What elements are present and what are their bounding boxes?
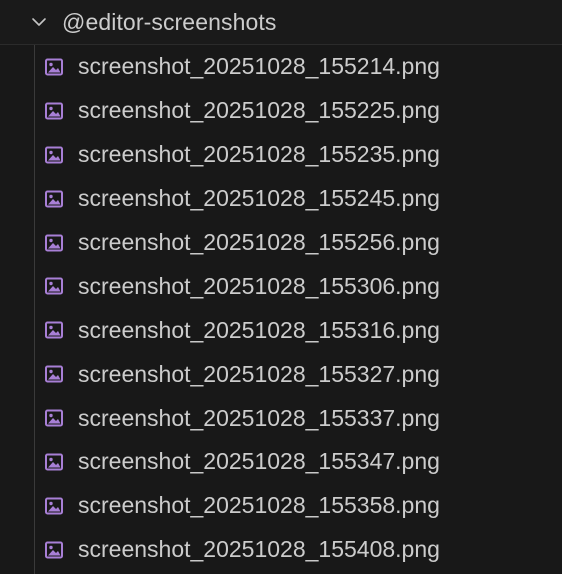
file-list: screenshot_20251028_155214.png screenshot…	[0, 45, 562, 572]
file-item[interactable]: screenshot_20251028_155347.png	[0, 440, 562, 484]
file-item[interactable]: screenshot_20251028_155225.png	[0, 89, 562, 133]
file-name: screenshot_20251028_155225.png	[78, 97, 440, 124]
file-item[interactable]: screenshot_20251028_155316.png	[0, 308, 562, 352]
image-file-icon	[43, 56, 65, 78]
image-file-icon	[43, 100, 65, 122]
image-file-icon	[43, 539, 65, 561]
image-file-icon	[43, 144, 65, 166]
file-explorer: @editor-screenshots screenshot_20251028_…	[0, 0, 562, 574]
file-item[interactable]: screenshot_20251028_155337.png	[0, 396, 562, 440]
file-name: screenshot_20251028_155327.png	[78, 360, 440, 387]
image-file-icon	[43, 319, 65, 341]
folder-row-editor-screenshots[interactable]: @editor-screenshots	[0, 0, 562, 45]
image-file-icon	[43, 451, 65, 473]
file-item[interactable]: screenshot_20251028_155408.png	[0, 528, 562, 572]
file-item[interactable]: screenshot_20251028_155327.png	[0, 352, 562, 396]
file-item[interactable]: screenshot_20251028_155358.png	[0, 484, 562, 528]
file-name: screenshot_20251028_155337.png	[78, 404, 440, 431]
chevron-down-icon[interactable]	[29, 12, 49, 32]
file-name: screenshot_20251028_155306.png	[78, 272, 440, 299]
image-file-icon	[43, 407, 65, 429]
file-name: screenshot_20251028_155408.png	[78, 536, 440, 563]
image-file-icon	[43, 232, 65, 254]
image-file-icon	[43, 495, 65, 517]
file-item[interactable]: screenshot_20251028_155245.png	[0, 177, 562, 221]
image-file-icon	[43, 188, 65, 210]
file-name: screenshot_20251028_155256.png	[78, 229, 440, 255]
file-name: screenshot_20251028_155214.png	[78, 53, 440, 80]
file-item[interactable]: screenshot_20251028_155256.png	[0, 221, 562, 265]
file-name: screenshot_20251028_155245.png	[78, 185, 440, 212]
file-name: screenshot_20251028_155235.png	[78, 141, 440, 168]
file-name: screenshot_20251028_155316.png	[78, 316, 440, 343]
file-name: screenshot_20251028_155347.png	[78, 448, 440, 475]
file-item[interactable]: screenshot_20251028_155235.png	[0, 133, 562, 177]
file-name: screenshot_20251028_155358.png	[78, 492, 440, 519]
file-item[interactable]: screenshot_20251028_155306.png	[0, 264, 562, 308]
file-item[interactable]: screenshot_20251028_155214.png	[0, 45, 562, 89]
folder-name: @editor-screenshots	[62, 8, 277, 35]
image-file-icon	[43, 363, 65, 385]
image-file-icon	[43, 275, 65, 297]
